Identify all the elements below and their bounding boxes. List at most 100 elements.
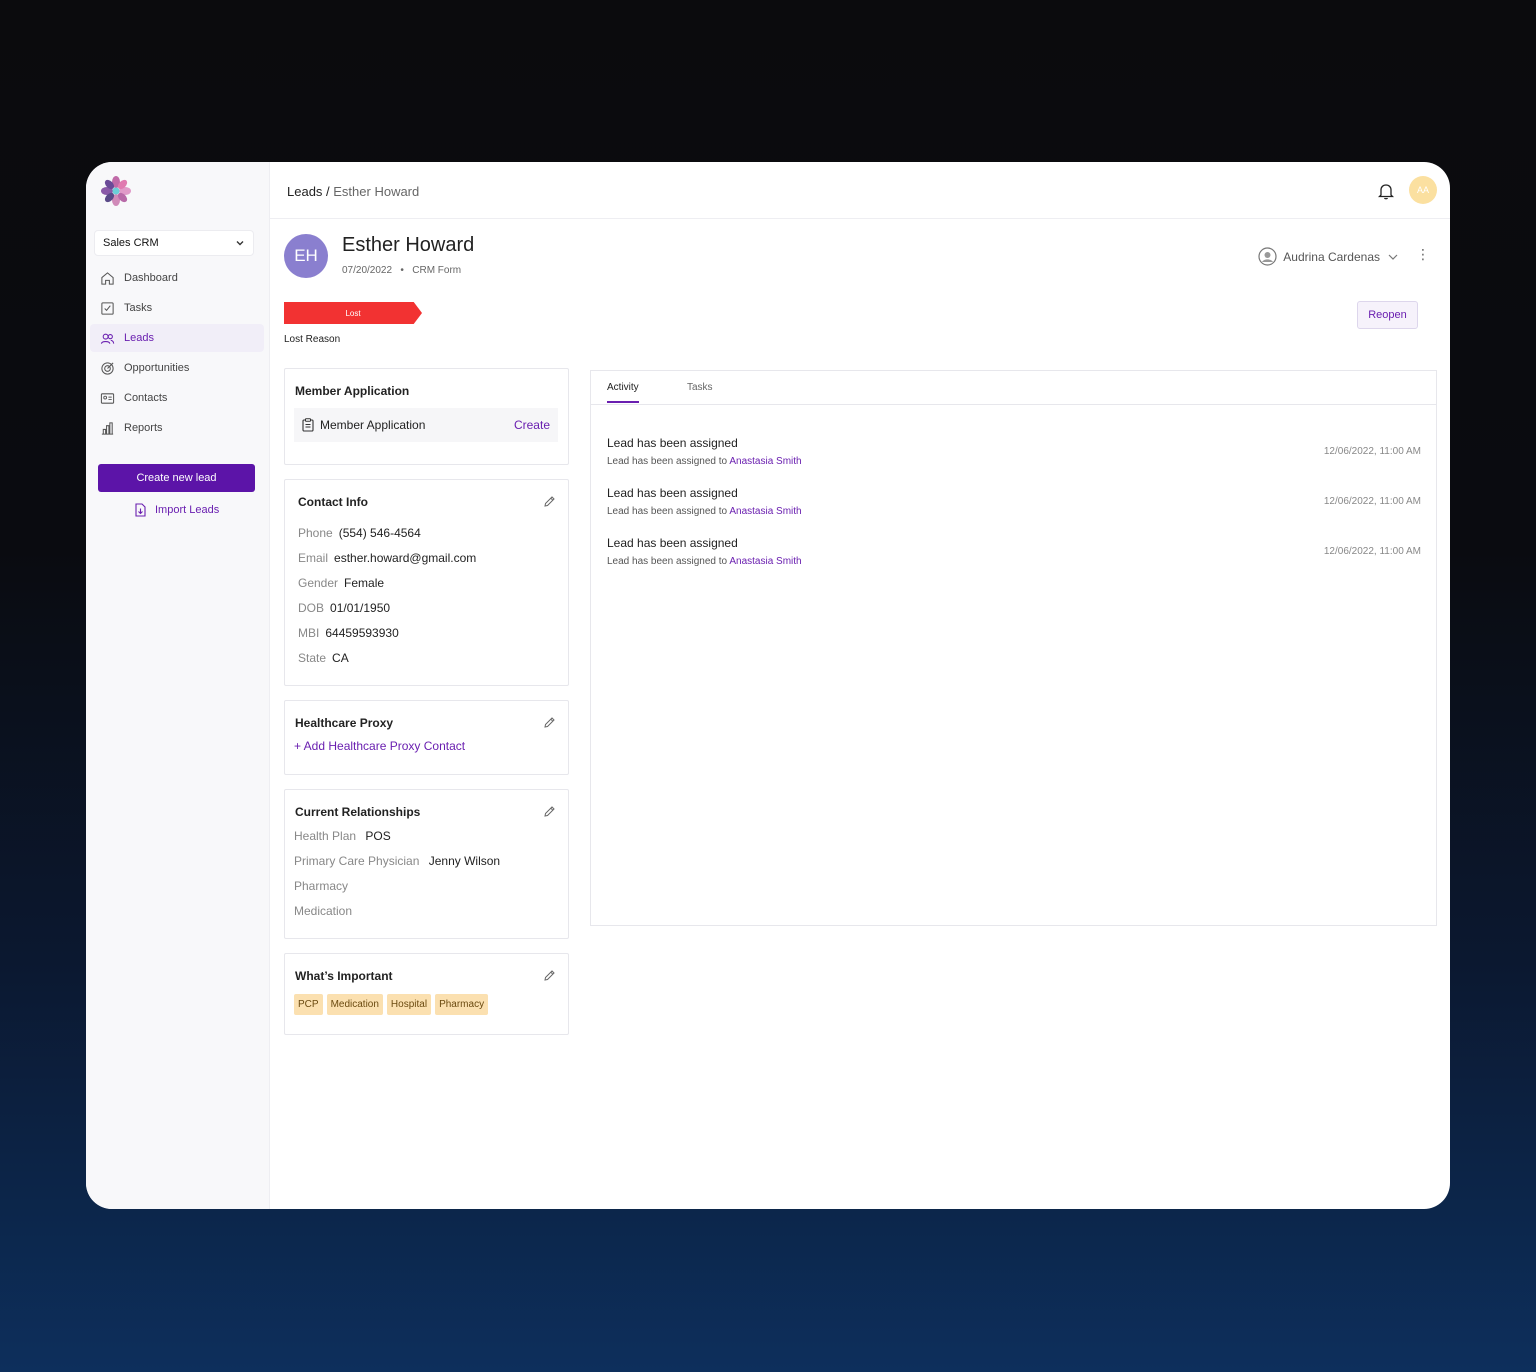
relationship-field-health-plan: Health Plan POS [294, 829, 391, 843]
activity-entry-title: Lead has been assigned [607, 536, 738, 550]
bullet-separator: • [394, 265, 410, 276]
tab-activity[interactable]: Activity [607, 382, 639, 403]
assignee-link[interactable]: Anastasia Smith [729, 456, 801, 467]
activity-entry-text: Lead has been assigned to Anastasia Smit… [607, 506, 1421, 517]
more-options-icon[interactable]: ⋮ [1416, 247, 1430, 261]
sidebar-item-leads[interactable]: Leads [90, 324, 264, 352]
activity-entry-text: Lead has been assigned to Anastasia Smit… [607, 456, 1421, 467]
field-label: Primary Care Physician [294, 854, 420, 868]
sidebar-item-opportunities[interactable]: Opportunities [90, 354, 264, 382]
tag-list: PCP Medication Hospital Pharmacy [294, 994, 489, 1015]
chevron-down-icon [236, 241, 244, 246]
activity-panel: Activity Tasks Lead has been assigned Le… [590, 370, 1437, 926]
activity-entry-text: Lead has been assigned to Anastasia Smit… [607, 556, 1421, 567]
user-circle-icon [1258, 247, 1277, 266]
current-relationships-card: Current Relationships Health Plan POS Pr… [284, 789, 569, 939]
contact-field-mbi: MBI 64459593930 [298, 626, 399, 640]
field-value: Female [344, 576, 385, 590]
lead-avatar: EH [284, 234, 328, 278]
contact-card-icon [100, 392, 115, 404]
add-healthcare-proxy-link[interactable]: + Add Healthcare Proxy Contact [294, 739, 465, 753]
activity-entry-title: Lead has been assigned [607, 436, 738, 450]
app-logo[interactable] [100, 175, 132, 207]
import-leads-label: Import Leads [155, 504, 220, 516]
pencil-icon[interactable] [543, 716, 556, 729]
owner-name: Audrina Cardenas [1283, 249, 1380, 264]
sidebar: Sales CRM Dashboard Tasks Leads Opportun… [86, 162, 270, 1209]
tasks-icon [101, 301, 114, 315]
card-title: Current Relationships [295, 805, 421, 819]
tag-chip: Pharmacy [435, 994, 489, 1015]
assignee-link[interactable]: Anastasia Smith [729, 556, 801, 567]
activity-entry: Lead has been assigned Lead has been ass… [607, 436, 1421, 467]
field-label: MBI [298, 626, 320, 640]
workspace-select[interactable]: Sales CRM [94, 230, 254, 256]
field-label: Email [298, 551, 329, 565]
tag-chip: PCP [294, 994, 323, 1015]
field-label: Health Plan [294, 829, 357, 843]
sidebar-item-tasks[interactable]: Tasks [90, 294, 264, 322]
sidebar-item-label: Contacts [124, 392, 168, 404]
workspace-select-value: Sales CRM [103, 237, 159, 249]
field-value: CA [332, 651, 349, 665]
sidebar-item-label: Tasks [124, 302, 153, 314]
tag-chip: Hospital [386, 994, 432, 1015]
file-import-icon [135, 503, 146, 517]
sidebar-item-label: Opportunities [124, 362, 190, 374]
field-label: Pharmacy [294, 879, 349, 893]
contact-field-email: Email esther.howard@gmail.com [298, 551, 476, 565]
assignee-link[interactable]: Anastasia Smith [729, 506, 801, 517]
contact-field-dob: DOB 01/01/1950 [298, 601, 390, 615]
lead-name: Esther Howard [342, 234, 475, 256]
field-value: esther.howard@gmail.com [334, 551, 477, 565]
member-application-card: Member Application Member Application Cr… [284, 368, 569, 465]
user-avatar[interactable]: AA [1409, 176, 1437, 204]
relationship-field-pharmacy: Pharmacy [294, 879, 354, 893]
home-icon [101, 271, 114, 285]
main-content: Leads / Esther Howard AA EH Esther Howar… [270, 162, 1450, 1209]
sidebar-nav: Dashboard Tasks Leads Opportunities Cont… [90, 264, 264, 444]
card-title: Member Application [295, 384, 410, 398]
whats-important-card: What’s Important PCP Medication Hospital… [284, 953, 569, 1035]
activity-entry-timestamp: 12/06/2022, 11:00 AM [1323, 446, 1421, 457]
field-label: DOB [298, 601, 325, 615]
field-label: Gender [298, 576, 339, 590]
import-leads-link[interactable]: Import Leads [134, 503, 219, 517]
sidebar-item-contacts[interactable]: Contacts [90, 384, 264, 412]
create-application-link[interactable]: Create [514, 418, 550, 432]
field-label: Phone [298, 526, 333, 540]
breadcrumb-root[interactable]: Leads [287, 184, 322, 199]
leads-icon [100, 333, 115, 344]
pencil-icon[interactable] [543, 969, 556, 982]
target-icon [101, 361, 114, 375]
sidebar-item-label: Dashboard [124, 272, 178, 284]
bell-icon[interactable] [1378, 182, 1394, 200]
create-new-lead-button[interactable]: Create new lead [98, 464, 255, 492]
lead-source: CRM Form [412, 265, 462, 276]
breadcrumb: Leads / Esther Howard [287, 184, 419, 199]
member-application-row: Member Application Create [294, 408, 558, 442]
contact-field-state: State CA [298, 651, 349, 665]
tag-chip: Medication [326, 994, 383, 1015]
tab-tasks[interactable]: Tasks [687, 382, 713, 393]
field-label: Medication [294, 904, 353, 918]
field-value: 01/01/1950 [330, 601, 391, 615]
contact-field-gender: Gender Female [298, 576, 384, 590]
card-title: What’s Important [295, 969, 393, 983]
owner-select[interactable]: Audrina Cardenas [1258, 247, 1400, 266]
activity-entry-description: Lead has been assigned to [607, 556, 728, 567]
relationship-field-medication: Medication [294, 904, 358, 918]
activity-entry-description: Lead has been assigned to [607, 456, 728, 467]
field-value: (554) 546-4564 [338, 526, 421, 540]
breadcrumb-current: Esther Howard [333, 184, 420, 199]
activity-entry: Lead has been assigned Lead has been ass… [607, 536, 1421, 567]
contact-field-phone: Phone (554) 546-4564 [298, 526, 421, 540]
pencil-icon[interactable] [543, 495, 556, 508]
lead-date: 07/20/2022 [342, 265, 393, 276]
member-application-item: Member Application [320, 418, 426, 432]
sidebar-item-dashboard[interactable]: Dashboard [90, 264, 264, 292]
reopen-button[interactable]: Reopen [1357, 301, 1418, 329]
pencil-icon[interactable] [543, 805, 556, 818]
sidebar-item-reports[interactable]: Reports [90, 414, 264, 442]
field-label: State [298, 651, 327, 665]
